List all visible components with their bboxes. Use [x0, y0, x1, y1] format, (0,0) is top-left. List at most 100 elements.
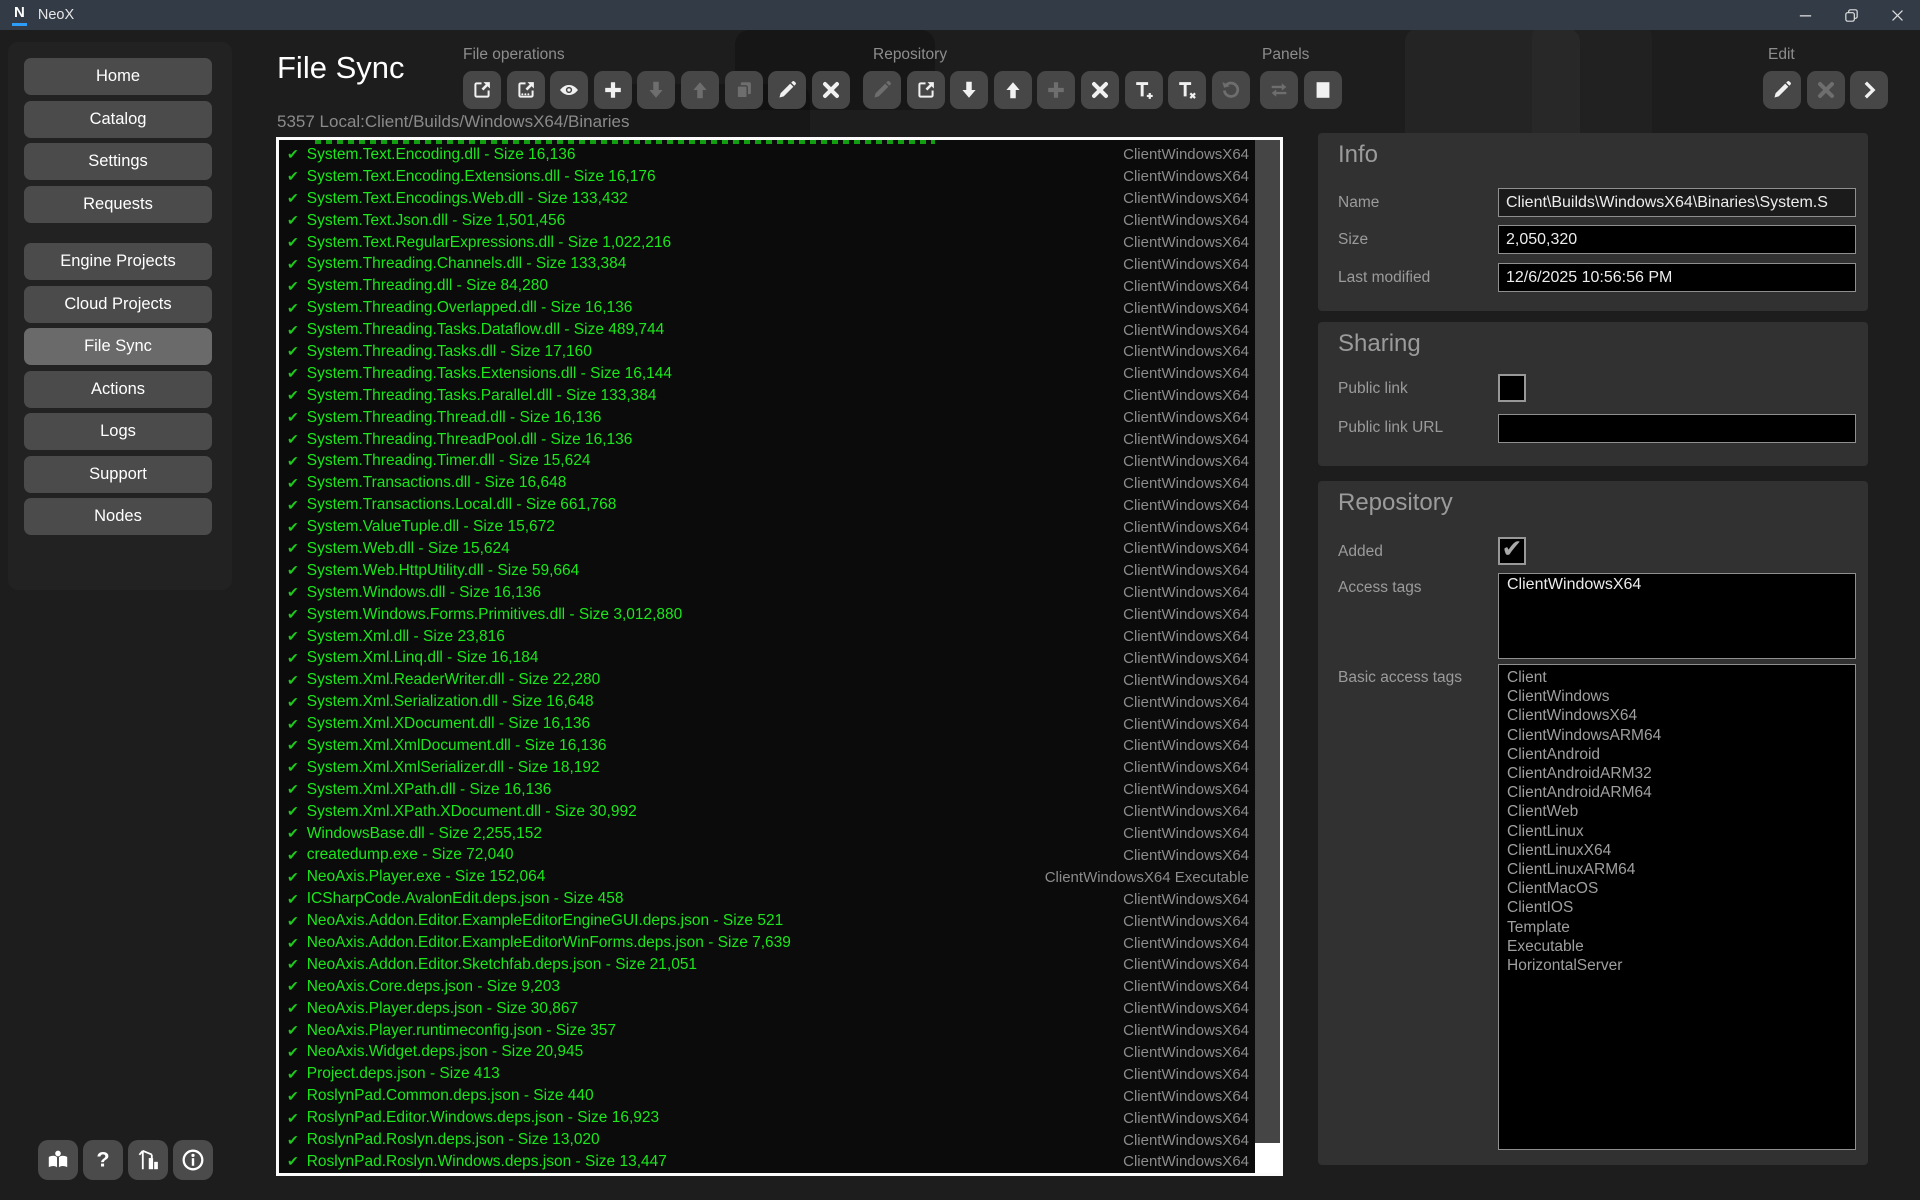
file-row[interactable]: ✔System.Xml.XDocument.dll - Size 16,136C… [287, 713, 1255, 735]
file-row[interactable]: ✔System.Web.HttpUtility.dll - Size 59,66… [287, 560, 1255, 582]
file-row[interactable]: ✔System.Threading.Tasks.dll - Size 17,16… [287, 341, 1255, 363]
file-operations-upload-button[interactable] [681, 71, 719, 109]
sidebar-item-logs[interactable]: Logs [24, 413, 212, 450]
sidebar-item-catalog[interactable]: Catalog [24, 101, 212, 138]
file-row[interactable]: ✔System.Text.Encoding.Extensions.dll - S… [287, 166, 1255, 188]
repository-edit-button[interactable] [863, 71, 901, 109]
about-button[interactable] [173, 1140, 213, 1180]
scrollbar-thumb[interactable] [1255, 1143, 1280, 1173]
file-row[interactable]: ✔createdump.exe - Size 72,040ClientWindo… [287, 845, 1255, 867]
repository-undo-button[interactable] [1212, 71, 1250, 109]
file-row[interactable]: ✔System.Windows.Forms.Primitives.dll - S… [287, 604, 1255, 626]
file-operations-delete-button[interactable] [812, 71, 850, 109]
file-operations-edit-button[interactable] [768, 71, 806, 109]
basic-access-tag-option[interactable]: ClientWeb [1507, 802, 1847, 821]
sidebar-item-support[interactable]: Support [24, 456, 212, 493]
repository-tag-remove-button[interactable] [1168, 71, 1206, 109]
file-row[interactable]: ✔System.Xml.XPath.XDocument.dll - Size 3… [287, 801, 1255, 823]
file-row[interactable]: ✔System.Threading.Tasks.Extensions.dll -… [287, 363, 1255, 385]
file-row[interactable]: ✔System.Text.RegularExpressions.dll - Si… [287, 232, 1255, 254]
file-row[interactable]: ✔NeoAxis.Player.runtimeconfig.json - Siz… [287, 1020, 1255, 1042]
file-row[interactable]: ✔System.Xml.XmlSerializer.dll - Size 18,… [287, 757, 1255, 779]
basic-access-tag-option[interactable]: Executable [1507, 937, 1847, 956]
file-row[interactable]: ✔NeoAxis.Addon.Editor.ExampleEditorWinFo… [287, 932, 1255, 954]
file-operations-add-button[interactable] [594, 71, 632, 109]
file-row[interactable]: ✔System.Threading.Timer.dll - Size 15,62… [287, 450, 1255, 472]
sidebar-item-requests[interactable]: Requests [24, 186, 212, 223]
file-row[interactable]: ✔System.Text.Json.dll - Size 1,501,456Cl… [287, 210, 1255, 232]
basic-access-tag-option[interactable]: ClientLinux [1507, 822, 1847, 841]
basic-access-tag-option[interactable]: ClientAndroid [1507, 745, 1847, 764]
basic-access-tag-option[interactable]: ClientIOS [1507, 898, 1847, 917]
file-row[interactable]: ✔System.Transactions.dll - Size 16,648Cl… [287, 472, 1255, 494]
basic-access-tag-option[interactable]: ClientLinuxX64 [1507, 841, 1847, 860]
sidebar-item-home[interactable]: Home [24, 58, 212, 95]
file-row[interactable]: ✔System.Xml.dll - Size 23,816ClientWindo… [287, 626, 1255, 648]
basic-access-tag-option[interactable]: ClientWindowsX64 [1507, 706, 1847, 725]
maximize-restore-button[interactable] [1828, 0, 1874, 30]
edit-chevron-right-button[interactable] [1850, 71, 1888, 109]
basic-access-tag-option[interactable]: HorizontalServer [1507, 956, 1847, 975]
file-row[interactable]: ✔System.ValueTuple.dll - Size 15,672Clie… [287, 516, 1255, 538]
file-operations-open-external-button[interactable] [463, 71, 501, 109]
file-row[interactable]: ✔NeoAxis.Player.deps.json - Size 30,867C… [287, 998, 1255, 1020]
public-link-checkbox[interactable]: ✔ [1498, 374, 1526, 402]
public-link-url-input[interactable] [1498, 414, 1856, 443]
help-button[interactable]: ? [83, 1140, 123, 1180]
file-row[interactable]: ✔System.Text.Encoding.dll - Size 16,136C… [287, 144, 1255, 166]
file-row[interactable]: ✔ICSharpCode.AvalonEdit.deps.json - Size… [287, 888, 1255, 910]
basic-access-tag-option[interactable]: ClientWindowsARM64 [1507, 726, 1847, 745]
file-operations-eye-button[interactable] [550, 71, 588, 109]
basic-access-tag-option[interactable]: ClientAndroidARM64 [1507, 783, 1847, 802]
repository-delete-button[interactable] [1081, 71, 1119, 109]
sidebar-item-settings[interactable]: Settings [24, 143, 212, 180]
file-row[interactable]: ✔System.Xml.Linq.dll - Size 16,184Client… [287, 647, 1255, 669]
file-row[interactable]: ✔Project.deps.json - Size 413ClientWindo… [287, 1063, 1255, 1085]
file-row[interactable]: ✔System.Web.dll - Size 15,624ClientWindo… [287, 538, 1255, 560]
file-row[interactable]: ✔NeoAxis.Addon.Editor.Sketchfab.deps.jso… [287, 954, 1255, 976]
file-row[interactable]: ✔System.Xml.Serialization.dll - Size 16,… [287, 691, 1255, 713]
file-row[interactable]: ✔NeoAxis.Player.exe - Size 152,064Client… [287, 866, 1255, 888]
file-row[interactable]: ✔System.Xml.ReaderWriter.dll - Size 22,2… [287, 669, 1255, 691]
construction-button[interactable] [128, 1140, 168, 1180]
repository-open-external-button[interactable] [907, 71, 945, 109]
file-row[interactable]: ✔System.Threading.Channels.dll - Size 13… [287, 253, 1255, 275]
added-checkbox[interactable]: ✔ [1498, 537, 1526, 565]
basic-access-tag-option[interactable]: Template [1507, 918, 1847, 937]
access-tags-box[interactable]: ClientWindowsX64 [1498, 573, 1856, 659]
edit-edit-button[interactable] [1763, 71, 1801, 109]
file-row[interactable]: ✔System.Xml.XPath.dll - Size 16,136Clien… [287, 779, 1255, 801]
basic-access-tag-option[interactable]: ClientMacOS [1507, 879, 1847, 898]
file-row[interactable]: ✔System.Threading.Thread.dll - Size 16,1… [287, 407, 1255, 429]
file-row[interactable]: ✔System.Threading.ThreadPool.dll - Size … [287, 429, 1255, 451]
sidebar-item-cloud-projects[interactable]: Cloud Projects [24, 286, 212, 323]
panels-swap-button[interactable] [1260, 71, 1298, 109]
last-modified-input[interactable] [1498, 263, 1856, 292]
repository-download-button[interactable] [950, 71, 988, 109]
file-row[interactable]: ✔System.Text.Encodings.Web.dll - Size 13… [287, 188, 1255, 210]
learn-button[interactable] [38, 1140, 78, 1180]
file-row[interactable]: ✔RoslynPad.Roslyn.deps.json - Size 13,02… [287, 1129, 1255, 1151]
file-row[interactable]: ✔NeoAxis.Core.deps.json - Size 9,203Clie… [287, 976, 1255, 998]
sidebar-item-file-sync[interactable]: File Sync [24, 328, 212, 365]
file-row[interactable]: ✔NeoAxis.Widget.deps.json - Size 20,945C… [287, 1042, 1255, 1064]
sidebar-item-engine-projects[interactable]: Engine Projects [24, 243, 212, 280]
file-row[interactable]: ✔RoslynPad.Roslyn.Windows.deps.json - Si… [287, 1151, 1255, 1173]
file-operations-download-button[interactable] [637, 71, 675, 109]
repository-upload-button[interactable] [994, 71, 1032, 109]
repository-tag-add-button[interactable] [1125, 71, 1163, 109]
file-row[interactable]: ✔System.Threading.Tasks.Parallel.dll - S… [287, 385, 1255, 407]
repository-add-button[interactable] [1037, 71, 1075, 109]
file-row[interactable]: ✔WindowsBase.dll - Size 2,255,152ClientW… [287, 823, 1255, 845]
basic-access-tag-option[interactable]: Client [1507, 668, 1847, 687]
basic-access-tag-option[interactable]: ClientWindows [1507, 687, 1847, 706]
close-button[interactable] [1874, 0, 1920, 30]
file-row[interactable]: ✔NeoAxis.Addon.Editor.ExampleEditorEngin… [287, 910, 1255, 932]
file-row[interactable]: ✔RoslynPad.Common.deps.json - Size 440Cl… [287, 1085, 1255, 1107]
basic-access-tag-option[interactable]: ClientLinuxARM64 [1507, 860, 1847, 879]
basic-access-tags-list[interactable]: ClientClientWindowsClientWindowsX64Clien… [1498, 664, 1856, 1150]
minimize-button[interactable] [1782, 0, 1828, 30]
file-row[interactable]: ✔System.Xml.XmlDocument.dll - Size 16,13… [287, 735, 1255, 757]
file-row[interactable]: ✔RoslynPad.Editor.Windows.deps.json - Si… [287, 1107, 1255, 1129]
file-row[interactable]: ✔System.Threading.Overlapped.dll - Size … [287, 297, 1255, 319]
